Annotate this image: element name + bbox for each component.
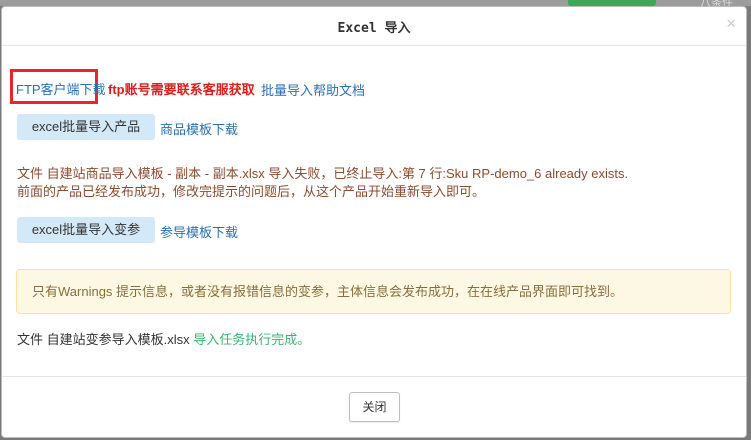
variant-template-download-link[interactable]: 参导模板下载 — [160, 222, 238, 241]
import-help-doc-link[interactable]: 批量导入帮助文档 — [261, 80, 365, 99]
warning-alert: 只有Warnings 提示信息，或者没有报错信息的变参，主体信息会发布成功，在在… — [16, 269, 731, 314]
close-button[interactable]: 关闭 — [349, 392, 400, 422]
import-error-message: 文件 自建站商品导入模板 - 副本 - 副本.xlsx 导入失败，已终止导入:第… — [17, 166, 629, 181]
dialog-header: Excel 导入 × — [2, 7, 746, 46]
import-variants-button[interactable]: excel批量导入变参 — [17, 217, 155, 243]
excel-import-dialog: Excel 导入 × FTP客户端下载 ftp账号需要联系客服获取 批量导入帮助… — [1, 6, 747, 438]
dialog-body: FTP客户端下载 ftp账号需要联系客服获取 批量导入帮助文档 excel批量导… — [2, 46, 746, 376]
ftp-client-download-link[interactable]: FTP客户端下载 — [16, 79, 106, 98]
variant-file-text: 文件 自建站变参导入模板.xlsx — [17, 332, 190, 347]
warning-text: 只有Warnings 提示信息，或者没有报错信息的变参，主体信息会发布成功，在在… — [32, 284, 624, 299]
product-template-download-link[interactable]: 商品模板下载 — [160, 119, 238, 138]
dialog-title: Excel 导入 — [337, 21, 411, 36]
close-icon[interactable]: × — [726, 14, 736, 34]
import-error-hint: 前面的产品已经发布成功，修改完提示的问题后，从这个产品开始重新导入即可。 — [17, 184, 486, 199]
variant-import-status: 文件 自建站变参导入模板.xlsx 导入任务执行完成。 — [17, 329, 310, 348]
ftp-account-note: ftp账号需要联系客服获取 — [108, 82, 255, 97]
import-products-button[interactable]: excel批量导入产品 — [17, 114, 155, 140]
dialog-footer: 关闭 — [2, 376, 746, 439]
variant-status-text: 导入任务执行完成。 — [193, 332, 311, 347]
